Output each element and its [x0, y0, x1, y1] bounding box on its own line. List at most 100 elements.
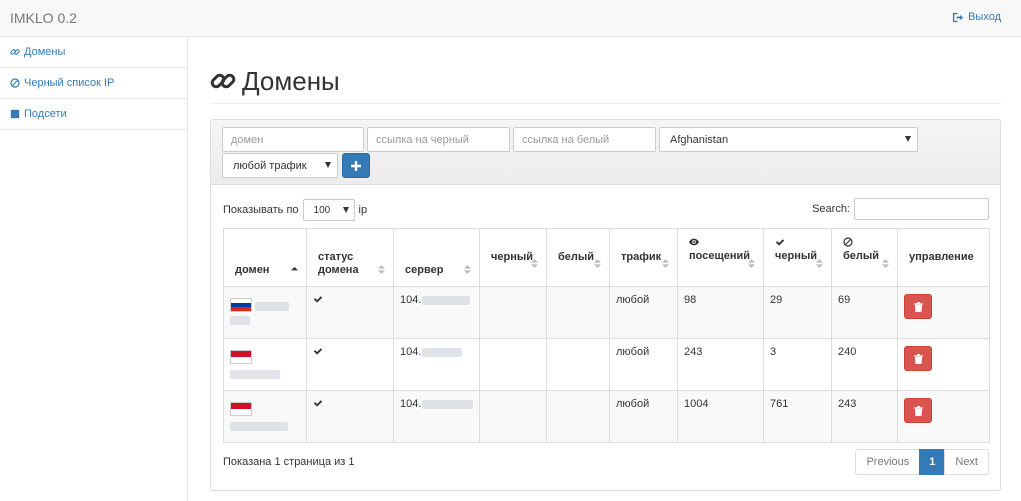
column-header-label: черный — [491, 251, 534, 263]
sidebar-item-domains[interactable]: Домены — [0, 37, 187, 68]
table-row: 104. любой 1004 761 243 — [223, 390, 990, 443]
delete-button[interactable] — [904, 398, 932, 423]
stop-square-icon — [10, 109, 20, 119]
page-length-value: 100 — [313, 204, 331, 216]
sort-icon — [531, 259, 538, 268]
search-input[interactable] — [854, 198, 989, 220]
column-header-label: трафик — [621, 251, 662, 263]
domains-table: домен статус домена сервер черный белый … — [223, 228, 990, 443]
logout-label: Выход — [968, 11, 1001, 23]
link-icon — [210, 73, 236, 89]
domain-redacted — [230, 422, 288, 431]
page-title: Домены — [242, 66, 340, 96]
traffic-cell: любой — [609, 338, 678, 391]
status-cell — [306, 390, 394, 443]
flag-indonesia-icon — [230, 402, 252, 416]
status-cell — [306, 338, 394, 391]
next-page-button[interactable]: Next — [944, 449, 989, 475]
check-icon — [313, 348, 323, 355]
sidebar-item-subnets[interactable]: Подсети — [0, 99, 187, 130]
top-navbar: IMKLO 0.2 Выход — [0, 0, 1021, 37]
pagination: Previous 1 Next — [855, 449, 989, 475]
domain-cell — [223, 286, 307, 339]
column-header-white-count[interactable]: белый — [831, 228, 898, 287]
table-header-row: домен статус домена сервер черный белый … — [223, 228, 990, 287]
black-link-input[interactable] — [367, 127, 510, 152]
filter-bar: Afghanistan любой трафик — [211, 120, 1000, 185]
trash-icon — [913, 353, 923, 364]
domain-cell — [223, 390, 307, 443]
main-content: Домены Afghanistan любой трафик Показыва… — [188, 37, 1021, 501]
server-ip: 104. — [400, 294, 422, 306]
white-count-cell: 69 — [831, 286, 898, 339]
previous-page-button[interactable]: Previous — [855, 449, 921, 475]
column-header-white-link[interactable]: белый — [546, 228, 610, 287]
server-redacted — [422, 399, 473, 409]
flag-indonesia-icon — [230, 350, 252, 364]
check-icon — [313, 296, 323, 303]
sort-icon — [748, 259, 755, 268]
column-header-label: управление — [909, 251, 974, 263]
domain-cell — [223, 338, 307, 391]
page-button-current[interactable]: 1 — [919, 449, 946, 475]
visits-cell: 243 — [677, 338, 764, 391]
column-header-black-count[interactable]: черный — [763, 228, 832, 287]
column-header-server[interactable]: сервер — [393, 228, 480, 287]
chevron-down-icon — [325, 162, 331, 168]
sign-out-icon — [952, 12, 964, 22]
sort-icon — [816, 259, 823, 268]
white-link-cell — [546, 390, 610, 443]
delete-button[interactable] — [904, 294, 932, 319]
server-ip: 104. — [400, 346, 422, 358]
column-header-traffic[interactable]: трафик — [609, 228, 678, 287]
white-link-cell — [546, 286, 610, 339]
column-header-black-link[interactable]: черный — [479, 228, 547, 287]
column-header-actions: управление — [897, 228, 990, 287]
black-link-cell — [479, 286, 547, 339]
black-link-cell — [479, 338, 547, 391]
actions-cell — [897, 286, 990, 339]
column-header-visits[interactable]: посещений — [677, 228, 764, 287]
delete-button[interactable] — [904, 346, 932, 371]
column-header-label: белый — [558, 251, 595, 263]
white-link-cell — [546, 338, 610, 391]
visits-cell: 98 — [677, 286, 764, 339]
link-icon — [10, 49, 20, 55]
sort-icon — [882, 259, 889, 268]
sort-asc-icon — [291, 266, 298, 271]
sidebar-item-ip-blacklist[interactable]: Черный список IP — [0, 68, 187, 99]
column-header-label: статус домена — [318, 251, 359, 276]
sidebar-item-label: Домены — [24, 46, 66, 58]
table-info: Показана 1 страница из 1 — [223, 456, 355, 468]
sort-icon — [662, 259, 669, 268]
server-cell: 104. — [393, 286, 480, 339]
domain-input[interactable] — [222, 127, 364, 152]
column-header-status[interactable]: статус домена — [306, 228, 394, 287]
sort-icon — [464, 265, 471, 274]
sort-icon — [594, 259, 601, 268]
logout-link[interactable]: Выход — [952, 11, 1001, 23]
traffic-select[interactable]: любой трафик — [222, 153, 338, 178]
ban-icon — [10, 78, 20, 88]
sidebar: Домены Черный список IP Подсети — [0, 37, 188, 501]
server-ip: 104. — [400, 398, 422, 410]
show-prefix-label: Показывать по — [223, 204, 299, 216]
page-length-select[interactable]: 100 — [302, 199, 355, 221]
country-select[interactable]: Afghanistan — [659, 127, 918, 152]
add-domain-button[interactable] — [342, 153, 370, 178]
app-brand[interactable]: IMKLO 0.2 — [10, 10, 77, 26]
column-header-label: черный — [775, 250, 818, 262]
black-count-cell: 3 — [763, 338, 832, 391]
table-row: 104. любой 243 3 240 — [223, 338, 990, 391]
sidebar-item-label: Подсети — [24, 108, 67, 120]
server-cell: 104. — [393, 390, 480, 443]
trash-icon — [913, 301, 923, 312]
flag-russia-icon — [230, 298, 252, 312]
white-count-cell: 243 — [831, 390, 898, 443]
black-count-cell: 761 — [763, 390, 832, 443]
black-count-cell: 29 — [763, 286, 832, 339]
actions-cell — [897, 390, 990, 443]
column-header-domain[interactable]: домен — [223, 228, 307, 287]
country-select-value: Afghanistan — [670, 133, 729, 146]
white-link-input[interactable] — [513, 127, 656, 152]
